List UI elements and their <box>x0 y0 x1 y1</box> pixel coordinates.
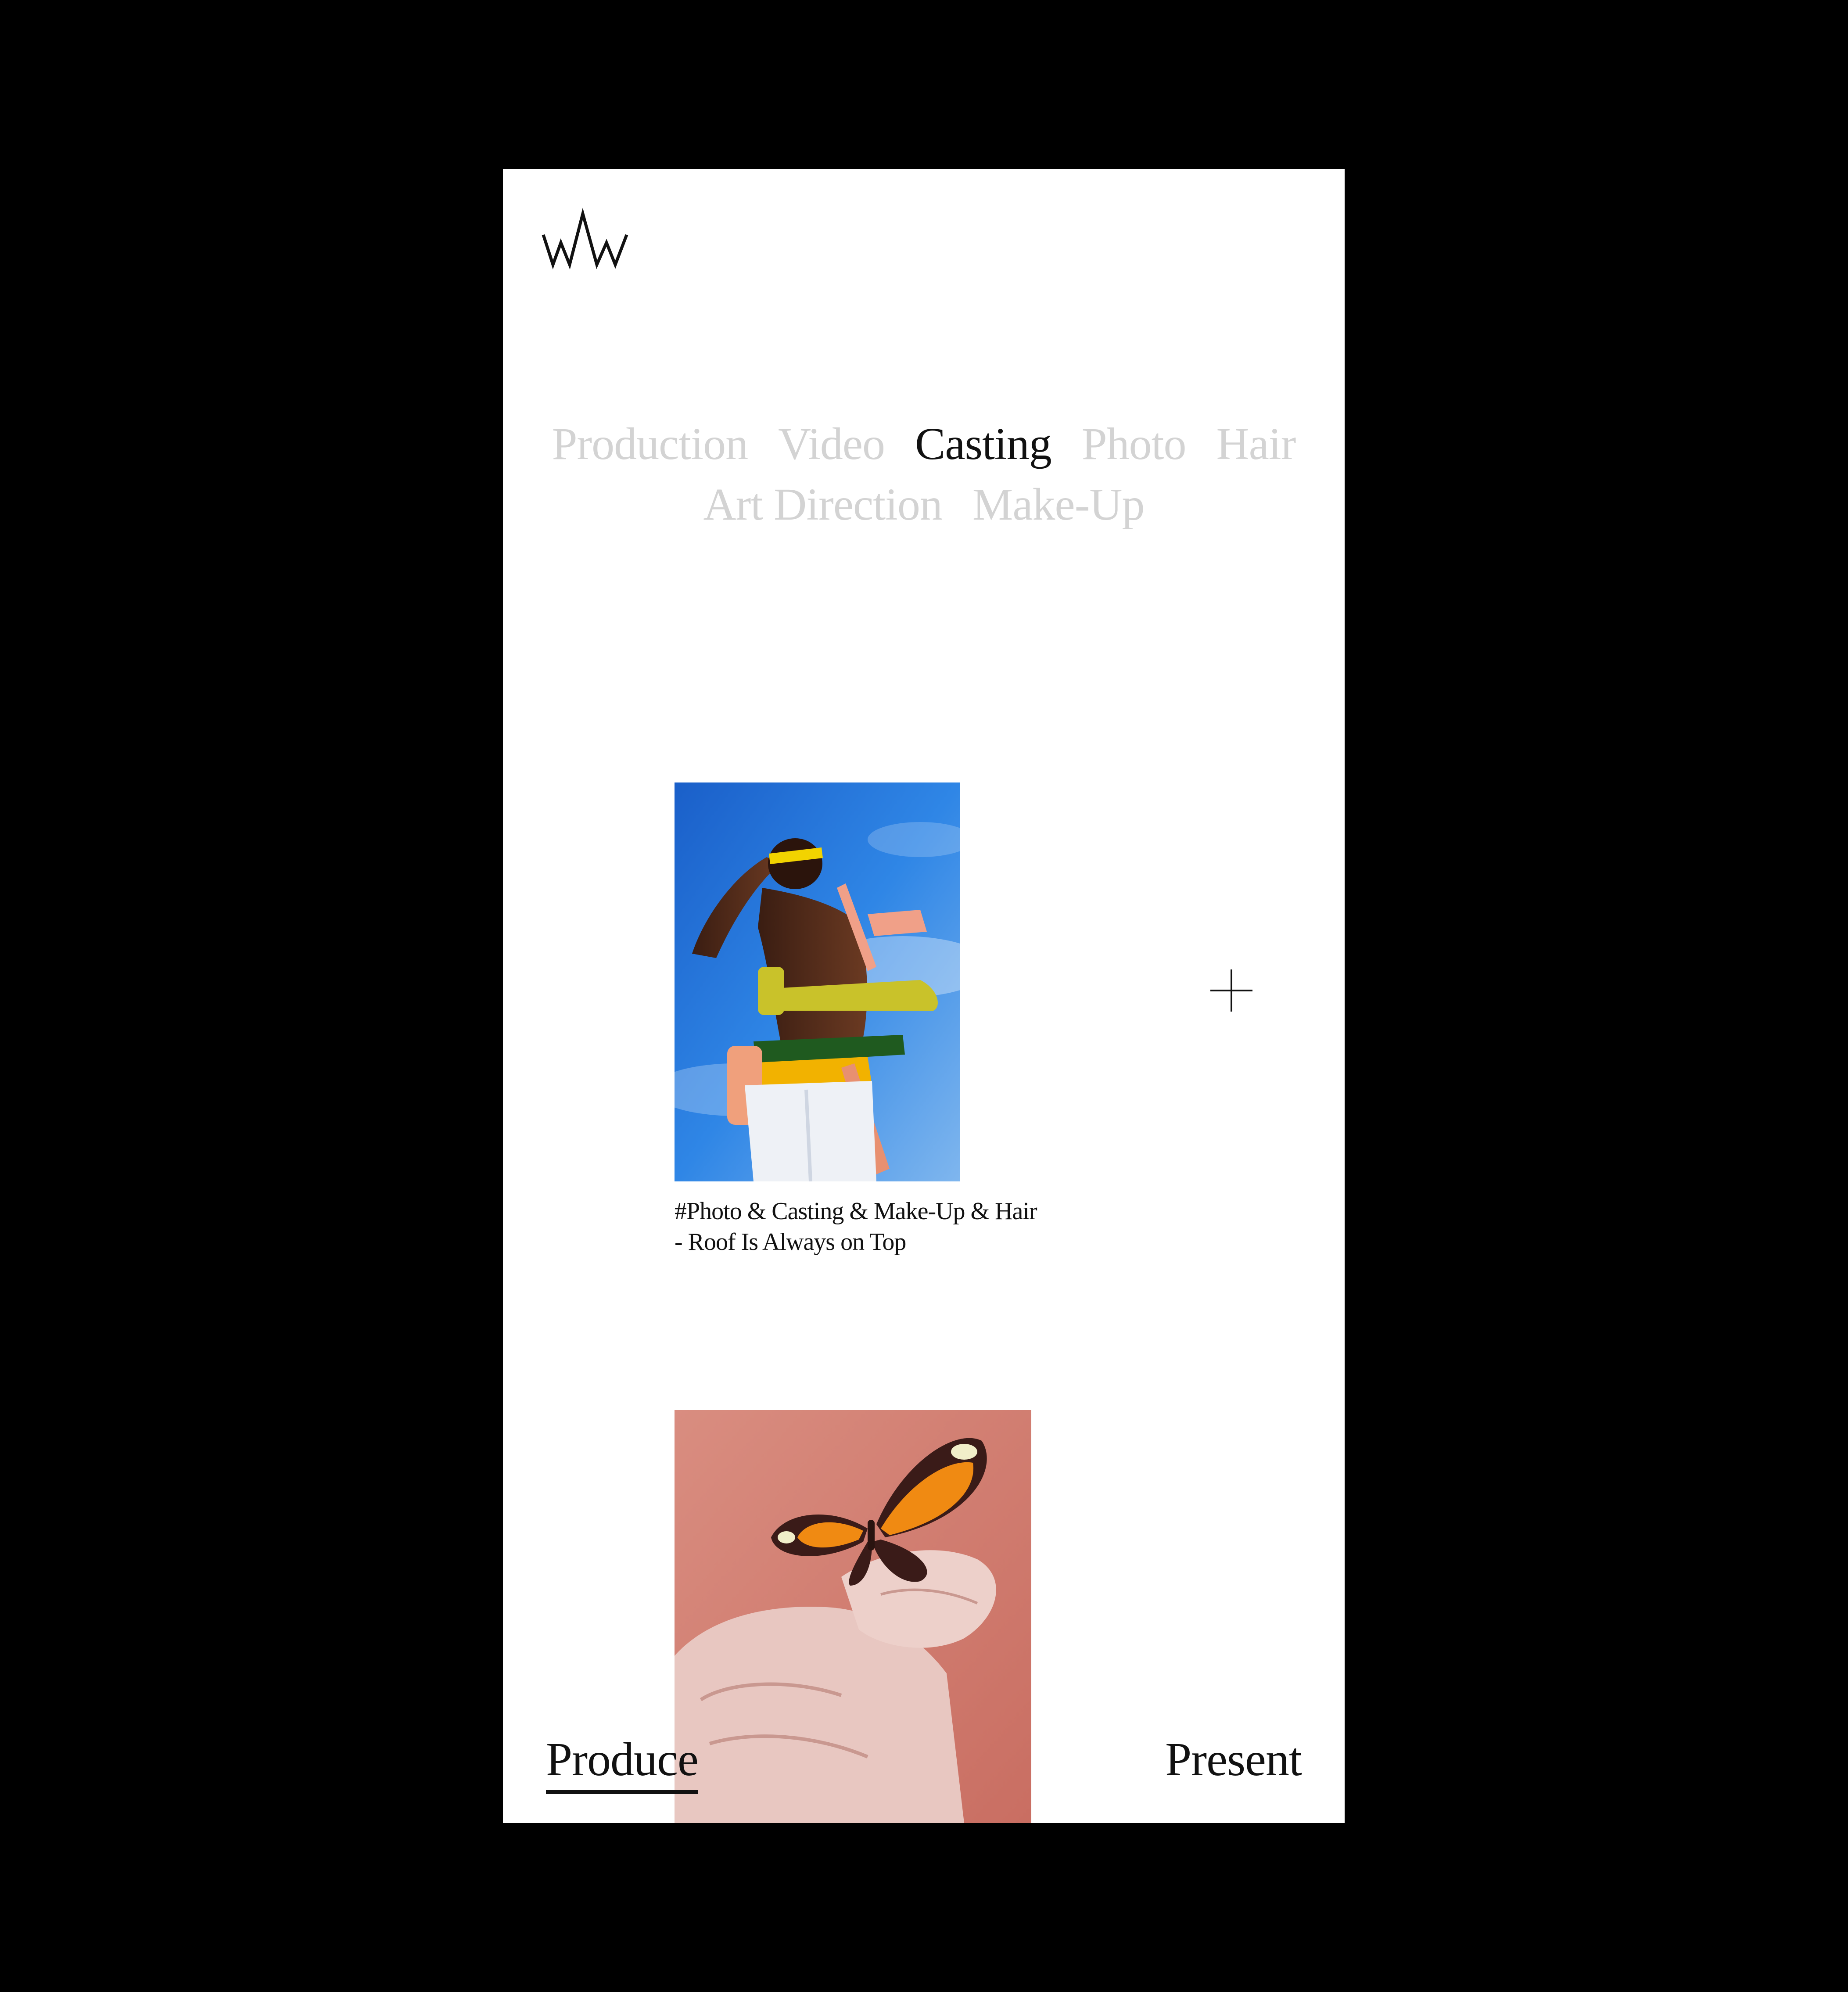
filter-casting[interactable]: Casting <box>915 414 1052 474</box>
plus-icon[interactable] <box>1209 969 1253 1012</box>
category-filters: Production Video Casting Photo Hair Art … <box>503 414 1345 535</box>
brand-logo[interactable] <box>541 204 642 270</box>
project-caption[interactable]: #Photo & Casting & Make-Up & Hair - Roof… <box>675 1196 1113 1257</box>
nav-produce-link[interactable]: Produce <box>546 1731 699 1794</box>
logo-mark <box>542 208 628 270</box>
project-card-image[interactable] <box>675 782 960 1181</box>
filter-art-direction[interactable]: Art Direction <box>703 474 943 535</box>
butterfly-hands-photo <box>675 1410 1031 1823</box>
model-sky-photo <box>675 782 960 1181</box>
stage: Production Video Casting Photo Hair Art … <box>0 0 1848 1992</box>
project-caption-title: - Roof Is Always on Top <box>675 1228 906 1256</box>
filter-row-1: Production Video Casting Photo Hair <box>503 414 1345 474</box>
project-card-image-2[interactable] <box>675 1410 1031 1823</box>
filter-make-up[interactable]: Make-Up <box>972 474 1145 535</box>
filter-photo[interactable]: Photo <box>1082 414 1187 474</box>
filter-row-2: Art Direction Make-Up <box>503 474 1345 535</box>
filter-video[interactable]: Video <box>778 414 885 474</box>
project-caption-tags: #Photo & Casting & Make-Up & Hair <box>675 1198 1037 1225</box>
mobile-screen: Production Video Casting Photo Hair Art … <box>503 169 1345 1823</box>
filter-hair[interactable]: Hair <box>1216 414 1296 474</box>
filter-production[interactable]: Production <box>552 414 748 474</box>
nav-present-link[interactable]: Present <box>1165 1731 1302 1788</box>
